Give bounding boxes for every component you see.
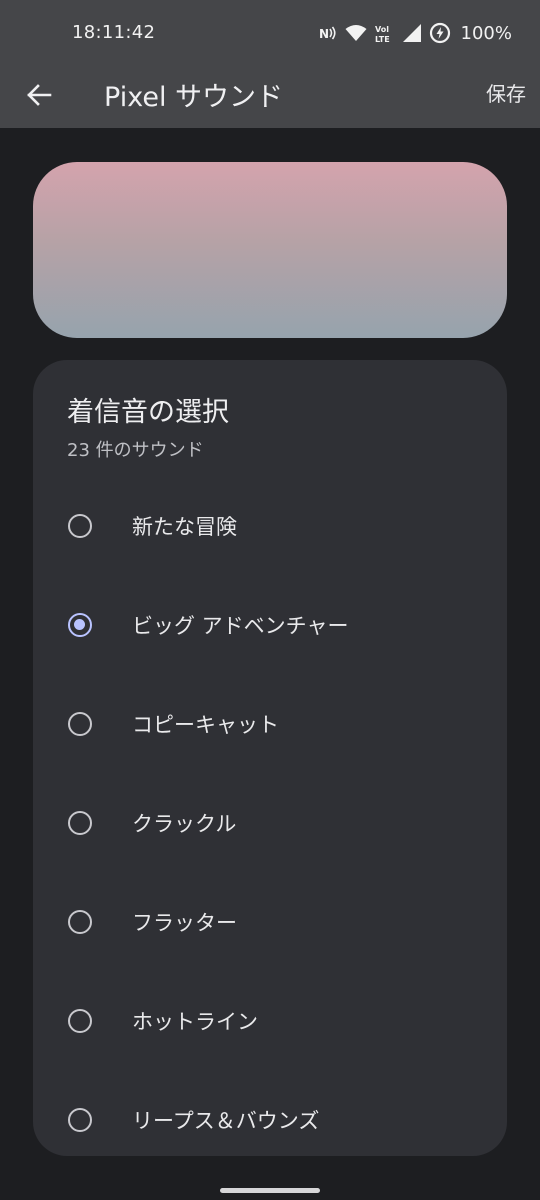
ringtone-option[interactable]: フラッター	[33, 886, 507, 958]
status-time: 18:11:42	[72, 22, 156, 43]
svg-text:Vol: Vol	[375, 25, 389, 34]
svg-text:LTE: LTE	[375, 35, 390, 43]
ringtone-option[interactable]: リープス＆バウンズ	[33, 1084, 507, 1156]
page-title: Pixel サウンド	[104, 82, 284, 113]
volte-icon: Vol LTE	[375, 23, 395, 43]
battery-percent: 100%	[460, 22, 512, 44]
nfc-icon: N	[319, 25, 337, 41]
radio-button[interactable]	[68, 1108, 92, 1132]
ringtone-label: ビッグ アドベンチャー	[132, 614, 349, 638]
ringtone-label: コピーキャット	[132, 713, 279, 737]
arrow-back-icon	[26, 83, 52, 111]
sound-preview-banner	[33, 162, 507, 338]
svg-text:N: N	[319, 27, 329, 41]
signal-icon	[402, 24, 421, 42]
ringtone-label: リープス＆バウンズ	[132, 1109, 320, 1133]
radio-button[interactable]	[68, 811, 92, 835]
wifi-icon	[345, 24, 367, 42]
ringtone-label: フラッター	[132, 911, 237, 935]
save-button[interactable]: 保存	[486, 78, 526, 107]
status-icons: N Vol LTE 100%	[319, 20, 512, 46]
radio-button-selected[interactable]	[68, 613, 92, 637]
ringtone-option[interactable]: ホットライン	[33, 985, 507, 1057]
radio-button[interactable]	[68, 514, 92, 538]
radio-button[interactable]	[68, 1009, 92, 1033]
app-bar: Pixel サウンド 保存	[0, 66, 540, 128]
ringtone-label: ホットライン	[132, 1010, 258, 1034]
ringtone-list-card: 着信音の選択 23 件のサウンド 新たな冒険 ビッグ アドベンチャー コピーキャ…	[33, 360, 507, 1156]
ringtone-label: 新たな冒険	[132, 515, 237, 539]
ringtone-label: クラックル	[132, 812, 237, 836]
status-bar: 18:11:42 N Vol LTE 100%	[0, 0, 540, 66]
gesture-nav-handle[interactable]	[220, 1188, 320, 1193]
radio-button[interactable]	[68, 910, 92, 934]
ringtone-list-title: 着信音の選択	[67, 397, 229, 428]
sound-count: 23 件のサウンド	[67, 440, 204, 461]
ringtone-option[interactable]: クラックル	[33, 787, 507, 859]
radio-button[interactable]	[68, 712, 92, 736]
battery-saver-icon	[429, 22, 451, 44]
ringtone-option[interactable]: コピーキャット	[33, 688, 507, 760]
ringtone-option[interactable]: 新たな冒険	[33, 490, 507, 562]
back-button[interactable]	[16, 74, 62, 120]
ringtone-option-selected[interactable]: ビッグ アドベンチャー	[33, 589, 507, 661]
